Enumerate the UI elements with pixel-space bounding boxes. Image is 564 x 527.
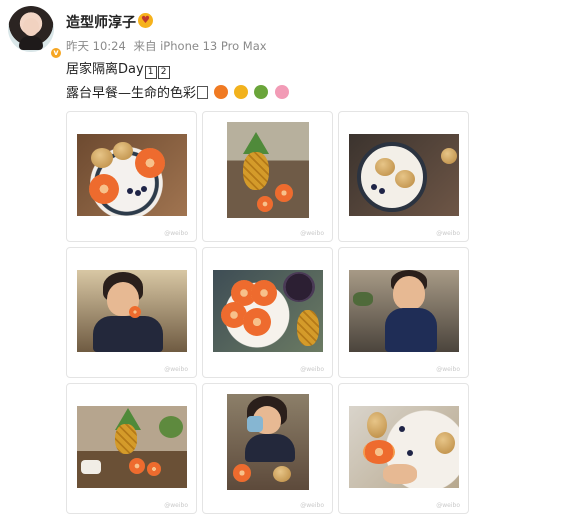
pineapple	[115, 424, 137, 454]
orange-slice	[363, 440, 395, 464]
post-source: 来自 iPhone 13 Pro Max	[133, 39, 267, 53]
post-text-2: 露台早餐—生命的色彩	[66, 86, 197, 101]
watermark: @weibo	[164, 366, 188, 373]
photo-alphabet-plate	[349, 134, 459, 216]
post-text-line-1: 居家隔离Day 1 2	[66, 58, 170, 79]
orange-slice	[89, 174, 119, 204]
photo-girl-drinking	[227, 394, 309, 490]
watermark: @weibo	[436, 502, 460, 509]
plant	[353, 292, 373, 306]
photo-cell-4[interactable]: @weibo	[66, 247, 197, 378]
shirt	[385, 308, 437, 352]
blueberry	[127, 188, 133, 194]
shirt	[245, 434, 295, 462]
plate	[357, 142, 427, 212]
photo-cell-3[interactable]: @weibo	[338, 111, 469, 242]
bun	[375, 158, 395, 176]
blueberry	[407, 450, 413, 456]
watermark: @weibo	[164, 502, 188, 509]
orange-slice	[243, 308, 271, 336]
post-time[interactable]: 昨天 10:24	[66, 39, 126, 53]
username[interactable]: 造型师淳子	[66, 12, 136, 32]
fruit	[129, 306, 141, 318]
watermark: @weibo	[436, 366, 460, 373]
rank-badge-icon[interactable]: ♥	[138, 13, 153, 28]
photo-cell-2[interactable]: @weibo	[202, 111, 333, 242]
photo-girl-eating	[77, 270, 187, 352]
post-meta: 昨天 10:24 来自 iPhone 13 Pro Max	[66, 38, 271, 54]
bun	[435, 432, 455, 454]
pineapple-leaves	[243, 132, 269, 154]
blueberry	[141, 186, 147, 192]
bun	[273, 466, 291, 482]
photo-cell-8[interactable]: @weibo	[202, 383, 333, 514]
blueberry	[135, 190, 141, 196]
orange-slice	[129, 458, 145, 474]
photo-orange-plate	[77, 134, 187, 216]
verified-badge-icon: v	[49, 46, 63, 60]
pineapple	[243, 152, 269, 190]
flower-emoji	[274, 85, 289, 99]
photo-terrace-table	[77, 406, 187, 488]
photo-pineapple-table	[227, 122, 309, 218]
bun	[113, 142, 133, 160]
bun	[441, 148, 457, 164]
photo-cell-7[interactable]: @weibo	[66, 383, 197, 514]
photo-grid: @weibo @weibo @weibo @weibo @weibo @weib…	[66, 111, 470, 519]
orange-emoji	[214, 85, 229, 99]
bun	[395, 170, 415, 188]
plant	[159, 416, 183, 438]
blueberry	[379, 188, 385, 194]
missing-glyph-icon	[197, 86, 209, 99]
photo-cell-9[interactable]: @weibo	[338, 383, 469, 514]
photo-boy-smiling	[349, 270, 459, 352]
blueberry	[399, 426, 405, 432]
bun	[91, 148, 113, 168]
post-text-1: 居家隔离Day	[66, 62, 144, 77]
shirt	[93, 316, 163, 352]
orange-slice	[147, 462, 161, 476]
avocado-emoji	[254, 85, 269, 99]
blueberry	[371, 184, 377, 190]
watermark: @weibo	[164, 230, 188, 237]
watermark: @weibo	[436, 230, 460, 237]
mango-emoji	[234, 85, 249, 99]
cup	[81, 460, 101, 474]
bun	[367, 412, 387, 438]
avatar-body	[19, 36, 43, 50]
keycap-1-icon: 1	[144, 66, 157, 79]
orange-slice	[257, 196, 273, 212]
orange-slice	[233, 464, 251, 482]
watermark: @weibo	[300, 230, 324, 237]
photo-cell-5[interactable]: @weibo	[202, 247, 333, 378]
hand	[383, 464, 417, 484]
keycap-2-icon: 2	[157, 66, 170, 79]
orange-slice	[251, 280, 277, 306]
grapes	[283, 272, 315, 302]
photo-cell-6[interactable]: @weibo	[338, 247, 469, 378]
watermark: @weibo	[300, 502, 324, 509]
photo-cell-1[interactable]: @weibo	[66, 111, 197, 242]
post-text-line-2: 露台早餐—生命的色彩	[66, 82, 289, 101]
photo-hand-orange	[349, 406, 459, 488]
cup	[247, 416, 263, 432]
avatar[interactable]: v	[8, 6, 63, 60]
orange-slice	[135, 148, 165, 178]
watermark: @weibo	[300, 366, 324, 373]
orange-slice	[275, 184, 293, 202]
pineapple	[297, 310, 319, 346]
photo-orange-slices	[213, 270, 323, 352]
avatar-face	[23, 18, 39, 36]
face	[393, 276, 425, 310]
